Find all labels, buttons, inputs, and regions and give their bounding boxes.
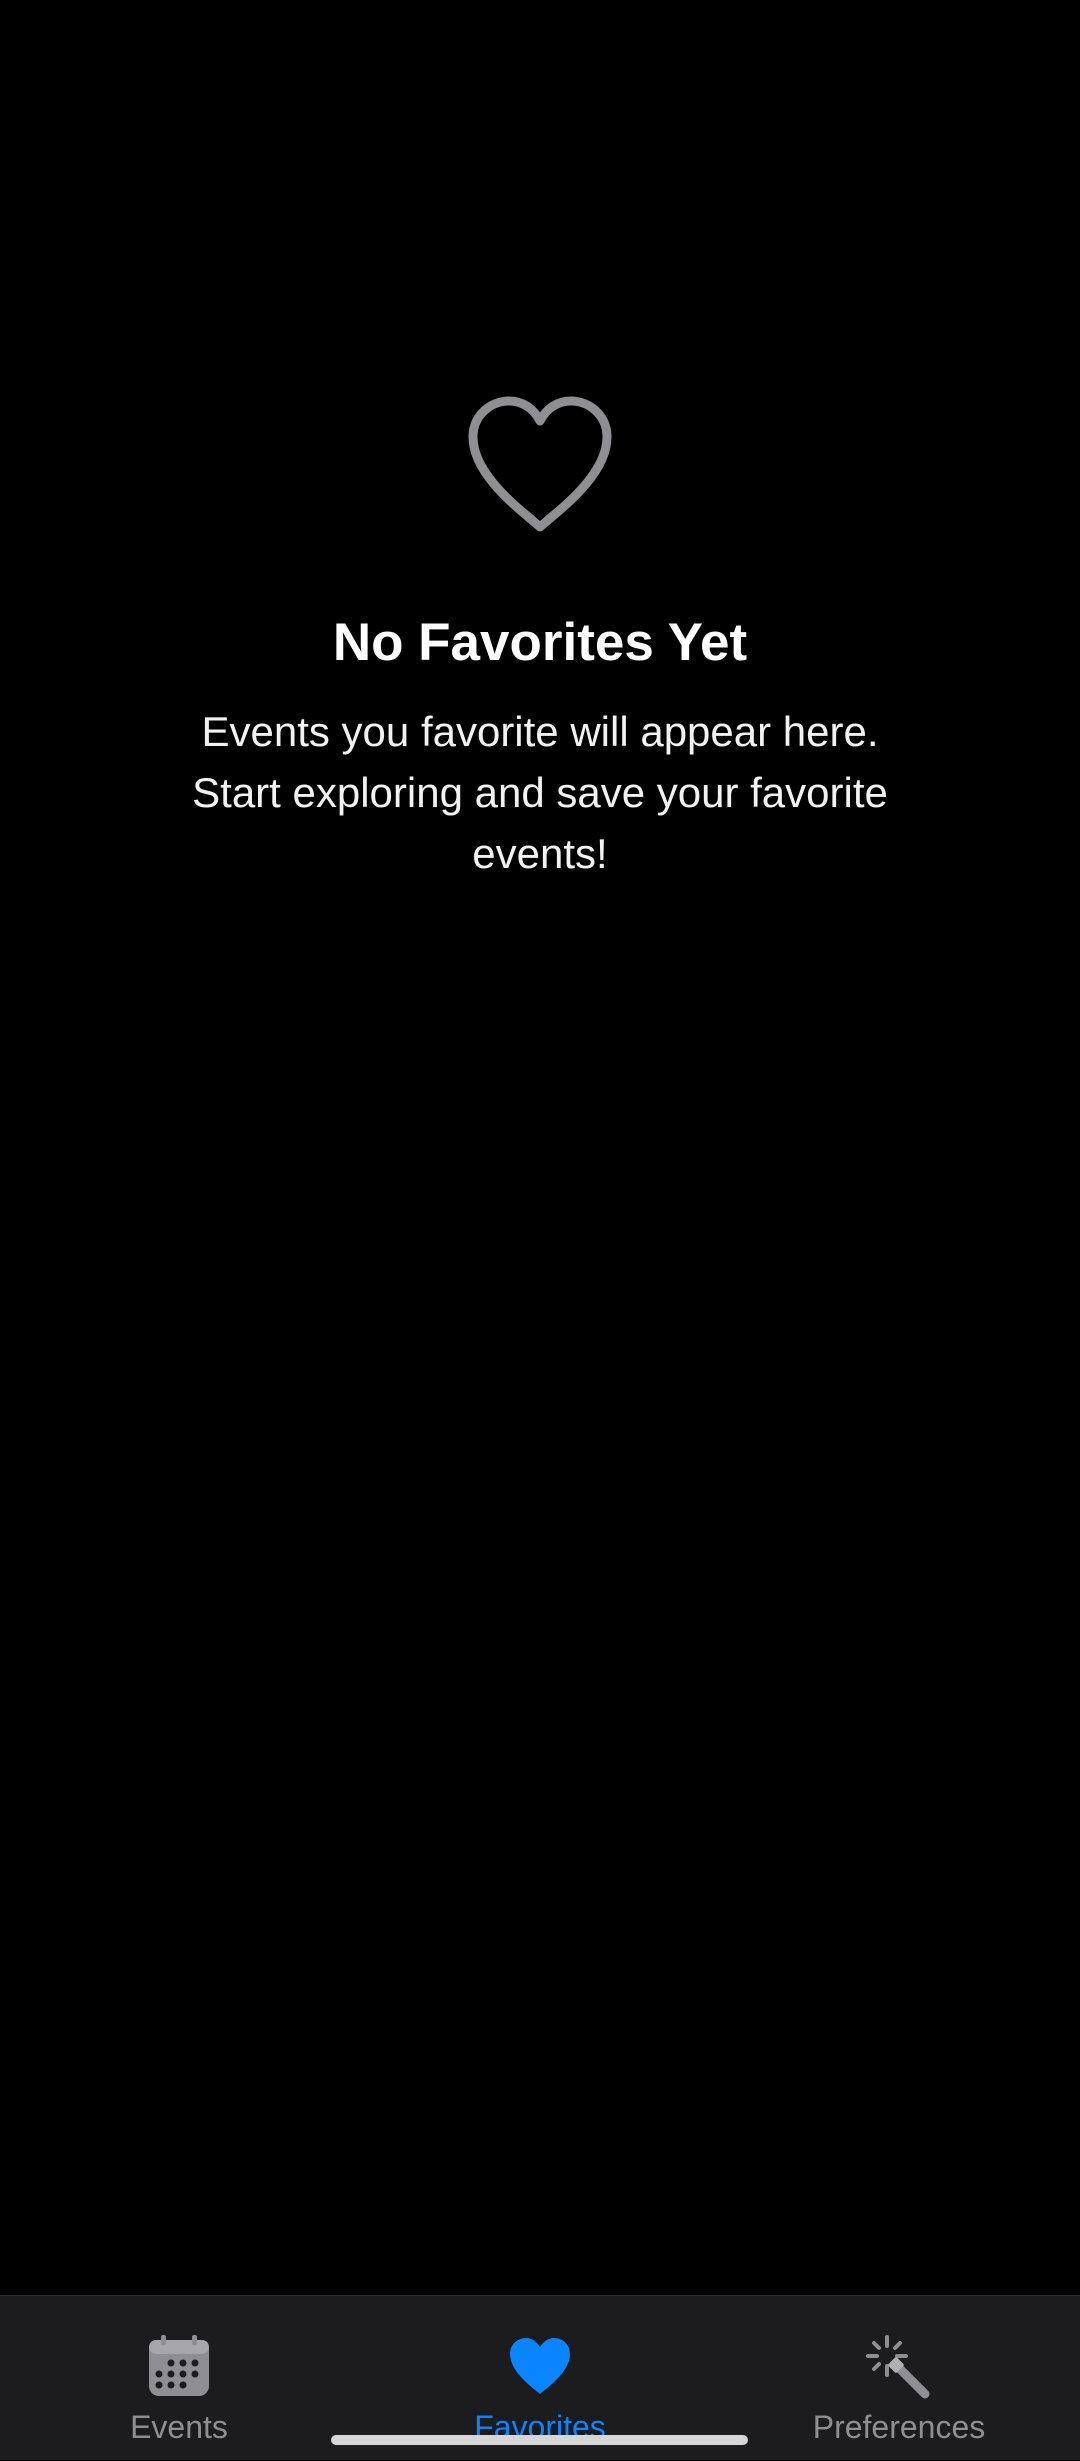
tab-events[interactable]: Events xyxy=(29,2296,329,2461)
magic-wand-icon xyxy=(866,2335,930,2399)
tab-events-label: Events xyxy=(130,2409,228,2445)
tab-preferences-label: Preferences xyxy=(812,2409,986,2445)
heart-filled-icon xyxy=(510,2338,570,2394)
tab-preferences[interactable]: Preferences xyxy=(749,2296,1049,2461)
heart-outline-icon xyxy=(468,396,612,532)
empty-state-title: No Favorites Yet xyxy=(332,613,748,672)
home-indicator[interactable] xyxy=(331,2435,748,2445)
calendar-icon xyxy=(149,2335,209,2396)
favorites-screen: No Favorites Yet Events you favorite wil… xyxy=(0,0,1080,2460)
empty-state: No Favorites Yet Events you favorite wil… xyxy=(0,395,1080,884)
empty-state-message: Events you favorite will appear here. St… xyxy=(192,708,888,877)
